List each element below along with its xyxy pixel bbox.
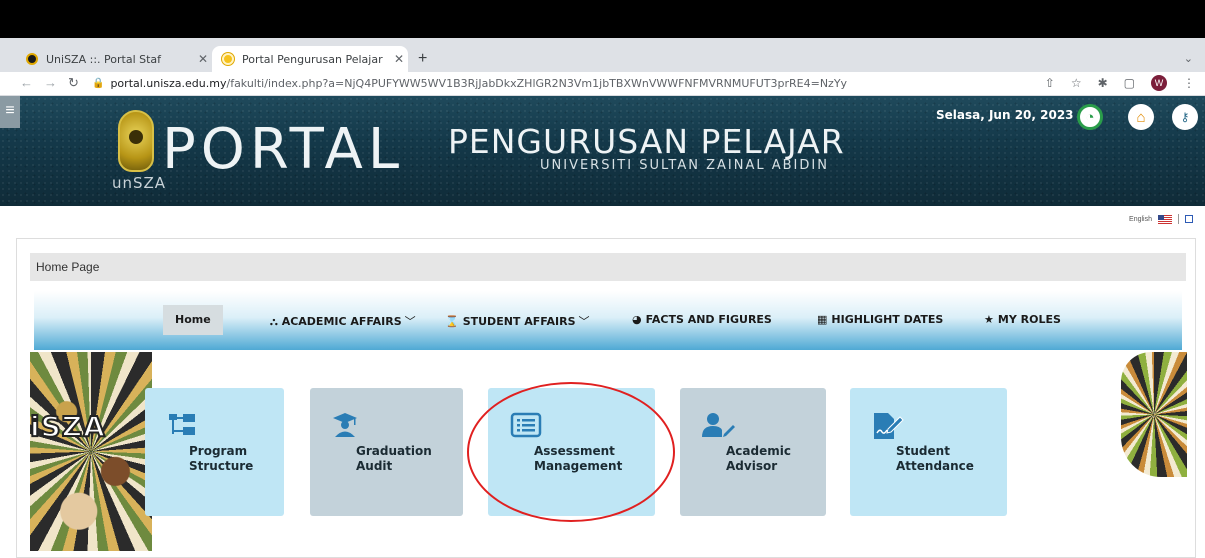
tab-search-chevron-icon[interactable]: ⌄ (1184, 52, 1193, 65)
tile-label: Academic Advisor (726, 444, 791, 474)
nav-facts-label: FACTS AND FIGURES (645, 313, 772, 326)
star-icon: ★ (984, 313, 994, 326)
tile-label-line: Program (189, 444, 248, 458)
tab-close-icon[interactable]: ✕ (390, 52, 408, 66)
browser-tab-portal-pengurusan[interactable]: Portal Pengurusan Pelajar ✕ (212, 46, 408, 72)
profile-avatar[interactable]: W (1151, 75, 1167, 91)
tile-label: Program Structure (189, 444, 253, 474)
screen-top-bar (0, 0, 1205, 38)
side-panel-icon[interactable]: ▢ (1124, 76, 1135, 90)
language-switcher: English (1129, 214, 1193, 224)
us-flag-icon[interactable] (1158, 214, 1172, 224)
lock-icon[interactable]: 🔒 (92, 78, 104, 89)
forward-arrow-icon[interactable]: → (44, 75, 57, 90)
tile-student-attendance[interactable]: Student Attendance (850, 388, 1007, 516)
tab-close-icon[interactable]: ✕ (194, 52, 212, 66)
breadcrumb: Home Page (30, 253, 1186, 281)
browser-tool-icons: ⇧ ☆ ✱ ▢ W ⋮ (1045, 75, 1195, 91)
nav-academic-affairs-label: ACADEMIC AFFAIRS (281, 315, 402, 328)
artwork-text: iSZA (30, 409, 106, 444)
unisza-logo-text: unSZA (112, 174, 167, 192)
user-edit-icon (702, 413, 735, 437)
browser-toolbar: ← → ↻ 🔒 portal.unisza.edu.my/fakulti/ind… (0, 72, 1205, 96)
nav-academic-affairs[interactable]: ⛬ ACADEMIC AFFAIRS ﹀ (270, 313, 416, 329)
new-tab-button[interactable]: + (418, 50, 427, 68)
nav-home[interactable]: Home (163, 305, 223, 335)
tile-label: Graduation Audit (356, 444, 432, 474)
logout-key-icon[interactable]: ⚷ (1172, 104, 1198, 130)
tile-graduation-audit[interactable]: Graduation Audit (310, 388, 463, 516)
calendar-icon: ▦ (817, 313, 828, 326)
tile-label-line: Audit (356, 459, 393, 473)
unisza-crest-logo (118, 110, 154, 172)
portal-banner: ≡ unSZA PORTAL PENGURUSAN PELAJAR UNIVER… (0, 96, 1205, 206)
decorative-artwork-left: iSZA (30, 352, 152, 551)
tile-label-line: Student (896, 444, 950, 458)
tile-label: Student Attendance (896, 444, 974, 474)
unisza-favicon-icon (26, 53, 38, 65)
nav-highlight-label: HIGHLIGHT DATES (831, 313, 944, 326)
pie-chart-icon: ◕ (632, 313, 642, 326)
browser-tab-strip: UniSZA ::. Portal Staf ✕ Portal Pengurus… (0, 38, 1205, 72)
nav-student-affairs[interactable]: ⌛ STUDENT AFFAIRS ﹀ (445, 313, 590, 329)
browser-tab-portal-staf[interactable]: UniSZA ::. Portal Staf ✕ (16, 46, 212, 72)
browser-menu-icon[interactable]: ⋮ (1183, 76, 1195, 90)
portal-favicon-icon (222, 53, 234, 65)
tile-label-line: Academic (726, 444, 791, 458)
graduate-icon (333, 413, 357, 437)
file-signature-icon (874, 413, 904, 439)
hourglass-icon: ⌛ (445, 315, 459, 328)
tile-label-line: Management (534, 459, 623, 473)
url-domain: portal.unisza.edu.my (110, 76, 227, 90)
nav-my-roles-label: MY ROLES (997, 313, 1061, 326)
current-date: Selasa, Jun 20, 2023 (936, 108, 1074, 122)
url-path: /fakulti/index.php?a=NjQ4PUFYWW5WV1B3RjJ… (226, 76, 848, 90)
extensions-puzzle-icon[interactable]: ✱ (1098, 76, 1108, 90)
address-bar[interactable]: 🔒 portal.unisza.edu.my/fakulti/index.php… (92, 72, 1172, 94)
tile-label-line: Attendance (896, 459, 974, 473)
back-arrow-icon[interactable]: ← (20, 75, 33, 90)
tile-program-structure[interactable]: Program Structure (145, 388, 284, 516)
tab-title: UniSZA ::. Portal Staf (46, 52, 162, 66)
tile-label: Assessment Management (534, 444, 622, 474)
chevron-down-icon: ﹀ (404, 315, 416, 328)
hamburger-menu-icon[interactable]: ≡ (0, 96, 20, 128)
tile-label-line: Assessment (534, 444, 615, 458)
tile-label-line: Graduation (356, 444, 432, 458)
nav-highlight-dates[interactable]: ▦ HIGHLIGHT DATES (817, 313, 943, 326)
sitemap-icon: ⛬ (270, 315, 278, 328)
chevron-down-icon: ﹀ (578, 315, 590, 328)
tile-label-line: Advisor (726, 459, 778, 473)
list-alt-icon (510, 412, 542, 438)
tab-title: Portal Pengurusan Pelajar (242, 52, 383, 66)
language-menu-icon[interactable] (1185, 215, 1193, 223)
reload-icon[interactable]: ↻ (68, 75, 79, 91)
sitemap-icon (169, 414, 195, 435)
clock-icon[interactable]: ◔ (1077, 104, 1103, 130)
share-icon[interactable]: ⇧ (1045, 76, 1055, 90)
tile-assessment-management[interactable]: Assessment Management (488, 388, 655, 516)
nav-student-affairs-label: STUDENT AFFAIRS (462, 315, 576, 328)
language-label[interactable]: English (1129, 216, 1152, 223)
decorative-artwork-right (1121, 352, 1187, 477)
nav-home-label: Home (175, 313, 211, 326)
portal-title: PORTAL (162, 117, 405, 182)
breadcrumb-label: Home Page (36, 260, 100, 274)
tile-academic-advisor[interactable]: Academic Advisor (680, 388, 826, 516)
pengurusan-pelajar-title: PENGURUSAN PELAJAR (448, 122, 845, 161)
nav-my-roles[interactable]: ★ MY ROLES (984, 313, 1061, 326)
divider (1178, 214, 1179, 224)
tile-label-line: Structure (189, 459, 254, 473)
main-nav: Home ⛬ ACADEMIC AFFAIRS ﹀ ⌛ STUDENT AFFAIRS… (34, 291, 1182, 350)
nav-facts-and-figures[interactable]: ◕ FACTS AND FIGURES (632, 313, 772, 326)
university-name: UNIVERSITI SULTAN ZAINAL ABIDIN (540, 158, 829, 173)
bookmark-star-icon[interactable]: ☆ (1071, 76, 1082, 90)
home-icon[interactable]: ⌂ (1128, 104, 1154, 130)
